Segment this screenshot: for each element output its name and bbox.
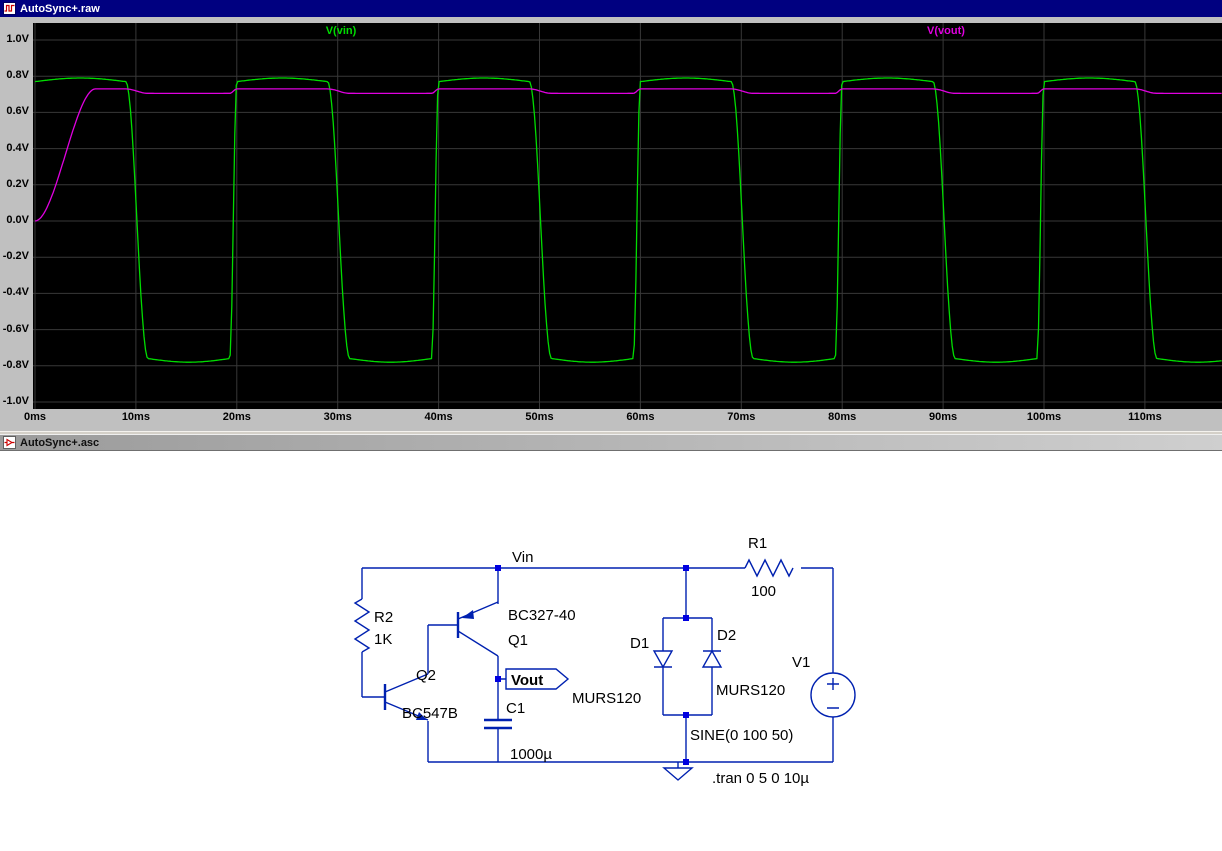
y-axis-label: -0.4V <box>2 286 29 299</box>
plot-area[interactable]: V(vin) V(vout) <box>33 23 1222 409</box>
y-axis-label: 0.0V <box>6 214 29 226</box>
label-v1-value[interactable]: SINE(0 100 50) <box>690 727 793 744</box>
label-d2-model[interactable]: MURS120 <box>716 682 785 699</box>
label-r1-name[interactable]: R1 <box>748 535 767 552</box>
port-vout[interactable]: Vout <box>505 668 570 690</box>
y-axis-label: 0.2V <box>6 177 29 190</box>
capacitor-c1[interactable] <box>484 718 512 730</box>
x-axis-label: 40ms <box>424 411 453 423</box>
x-axis-labels: 0ms 10ms 20ms 30ms 40ms 50ms 60ms 70ms 80ms 90ms 1… <box>24 411 1222 425</box>
label-q2-name[interactable]: Q2 <box>416 667 436 684</box>
y-axis-labels: 1.0V 0.8V 0.6V 0.4V 0.2V 0.0V -0.2V -0.4V -0.6V -… <box>0 17 31 431</box>
label-r1-value[interactable]: 100 <box>751 583 776 600</box>
y-axis-label: 0.8V <box>6 69 29 82</box>
port-vout-label[interactable]: Vout <box>511 672 543 689</box>
x-axis-label: 90ms <box>929 411 958 423</box>
schematic-window-titlebar[interactable]: AutoSync+.asc <box>0 434 1222 451</box>
ltspice-application: AutoSync+.raw V(vin) V(vout) 1.0V 0.8V 0.6… <box>0 0 1222 851</box>
y-axis-label: -1.0V <box>2 395 29 407</box>
schematic-file-icon[interactable] <box>3 436 16 449</box>
schematic-canvas[interactable]: Vout Vin R2 1K BC327-40 Q1 Q2 BC547B C1 … <box>0 451 1222 851</box>
label-r2-value[interactable]: 1K <box>374 631 392 648</box>
x-axis-label: 100ms <box>1026 411 1062 423</box>
waveform-window-title: AutoSync+.raw <box>20 2 100 15</box>
y-axis-label: 1.0V <box>6 33 29 45</box>
label-q1-name[interactable]: Q1 <box>508 632 528 649</box>
resistor-r2[interactable] <box>353 598 371 653</box>
spice-directive[interactable]: .tran 0 5 0 10µ <box>712 770 809 787</box>
label-c1-name[interactable]: C1 <box>506 700 525 717</box>
y-axis-label: 0.6V <box>6 105 29 118</box>
label-d2-name[interactable]: D2 <box>717 627 736 644</box>
label-q2-model[interactable]: BC547B <box>402 705 458 722</box>
waveform-pane: V(vin) V(vout) 1.0V 0.8V 0.6V 0.4V 0.2V 0.0V -… <box>0 17 1222 431</box>
schematic-window-title: AutoSync+.asc <box>20 436 100 449</box>
x-axis-label: 110ms <box>1128 411 1162 423</box>
y-axis-label: -0.8V <box>2 358 29 371</box>
x-axis-label: 60ms <box>626 411 655 423</box>
label-v1-name[interactable]: V1 <box>792 654 810 671</box>
voltage-source-v1[interactable] <box>810 672 856 718</box>
x-axis-label: 80ms <box>828 411 857 423</box>
label-q1-model[interactable]: BC327-40 <box>508 607 576 624</box>
y-axis-label: -0.6V <box>2 322 29 335</box>
y-axis-label: 0.4V <box>6 141 29 154</box>
waveform-plot[interactable] <box>33 23 1222 409</box>
label-d1-name[interactable]: D1 <box>630 635 649 652</box>
x-axis-label: 20ms <box>222 411 251 423</box>
plot-grid <box>33 23 1222 409</box>
label-d1-model[interactable]: MURS120 <box>572 690 641 707</box>
legend-vin[interactable]: V(vin) <box>306 25 376 37</box>
x-axis-label: 70ms <box>727 411 756 423</box>
transistor-q1[interactable] <box>456 601 499 657</box>
x-axis-label: 50ms <box>525 411 554 423</box>
net-label-vin[interactable]: Vin <box>512 549 533 566</box>
x-axis-label: 10ms <box>121 411 150 423</box>
y-axis-label: -0.2V <box>2 250 29 263</box>
wire-junctions <box>495 565 689 765</box>
label-c1-value[interactable]: 1000µ <box>510 746 552 763</box>
x-axis-label: 30ms <box>323 411 352 423</box>
ground-symbol[interactable] <box>662 767 694 781</box>
waveform-file-icon[interactable] <box>3 2 16 15</box>
x-axis-label: 0ms <box>23 411 47 423</box>
diode-d1[interactable] <box>652 650 674 669</box>
waveform-window-titlebar[interactable]: AutoSync+.raw <box>0 0 1222 17</box>
legend-vout[interactable]: V(vout) <box>911 25 981 37</box>
resistor-r1[interactable] <box>744 558 794 578</box>
diode-d2[interactable] <box>701 649 723 668</box>
label-r2-name[interactable]: R2 <box>374 609 393 626</box>
schematic-pane[interactable]: Vout Vin R2 1K BC327-40 Q1 Q2 BC547B C1 … <box>0 451 1222 851</box>
